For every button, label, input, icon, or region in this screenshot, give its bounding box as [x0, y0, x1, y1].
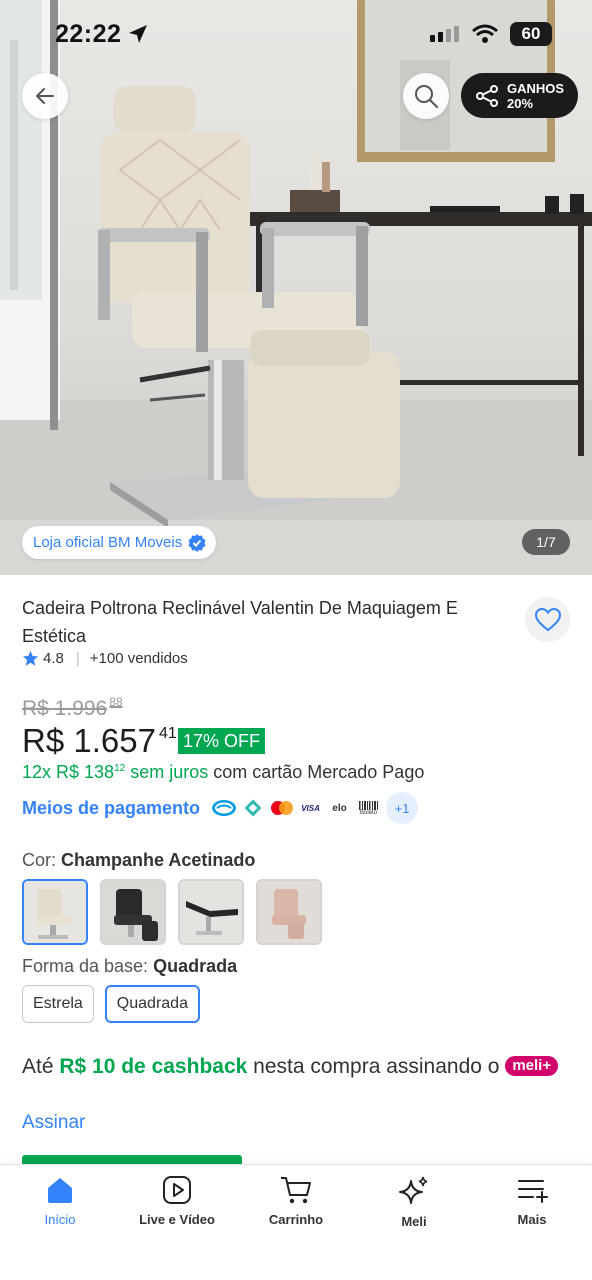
installments-info: 12x R$ 13812 sem juros com cartão Mercad…	[22, 762, 424, 783]
payment-icons: VISA elo Boleto +1	[210, 792, 419, 824]
store-name: Loja oficial BM Moveis	[33, 534, 183, 551]
current-price: R$ 1.657 41	[22, 722, 177, 760]
base-option-estrela[interactable]: Estrela	[22, 985, 94, 1023]
sold-count: +100 vendidos	[89, 650, 188, 667]
installments-no-interest: sem juros	[125, 762, 209, 782]
base-shape-label-text: Forma da base:	[22, 956, 149, 976]
home-icon	[48, 1178, 72, 1203]
base-option-quadrada[interactable]: Quadrada	[104, 985, 200, 1023]
base-shape-label: Forma da base: Quadrada	[22, 956, 237, 977]
status-indicators: 60	[430, 22, 552, 46]
search-button[interactable]	[403, 73, 449, 119]
verified-icon	[188, 533, 206, 552]
original-price-value: R$ 1.996	[22, 697, 108, 720]
search-icon	[415, 85, 438, 108]
tab-carrinho-label: Carrinho	[268, 1212, 324, 1227]
share-earnings-text: GANHOS 20%	[507, 81, 564, 111]
installments-cents: 12	[114, 763, 126, 774]
signal-icon	[430, 26, 459, 42]
share-icon	[476, 84, 498, 107]
subscribe-link[interactable]: Assinar	[22, 1112, 85, 1134]
color-options	[22, 879, 322, 945]
heart-icon	[534, 607, 561, 631]
base-shape-options: Estrela Quadrada	[22, 985, 200, 1023]
tab-inicio[interactable]: Início	[1, 1175, 119, 1227]
current-price-value: R$ 1.657	[22, 722, 156, 759]
wifi-icon	[472, 24, 498, 43]
cart-icon	[281, 1177, 311, 1204]
color-option-rose[interactable]	[256, 879, 322, 945]
battery-indicator: 60	[510, 22, 552, 46]
more-payment-methods[interactable]: +1	[386, 792, 419, 824]
product-title: Cadeira Poltrona Reclinável Valentin De …	[22, 598, 458, 646]
tab-live-video-label: Live e Vídeo	[139, 1212, 215, 1227]
meli-plus-badge: meli+	[505, 1056, 559, 1076]
rating-row[interactable]: 4.8 | +100 vendidos	[22, 650, 188, 667]
status-bar: 22:22 60	[0, 0, 592, 70]
color-option-champanhe[interactable]	[22, 879, 88, 945]
star-icon	[22, 650, 39, 666]
tab-meli-label: Meli	[401, 1214, 427, 1229]
back-button[interactable]	[22, 73, 68, 119]
status-time: 22:22	[55, 20, 122, 48]
bottom-tab-bar: Início Live e Vídeo Carrinho Meli Mais	[0, 1164, 592, 1280]
menu-plus-icon	[518, 1180, 548, 1203]
tab-carrinho[interactable]: Carrinho	[237, 1175, 355, 1227]
current-price-cents: 41	[158, 725, 177, 742]
tab-meli[interactable]: Meli	[355, 1175, 473, 1229]
rating-value: 4.8	[43, 650, 64, 667]
sparkle-icon	[399, 1176, 428, 1204]
color-label-text: Cor:	[22, 850, 57, 870]
cashback-banner: Até R$ 10 de cashback nesta compra assin…	[22, 1053, 562, 1081]
gallery-counter: 1/7	[522, 529, 570, 555]
cashback-middle: nesta compra assinando o	[247, 1055, 506, 1078]
payment-methods-link[interactable]: Meios de pagamento	[22, 798, 200, 819]
play-icon	[163, 1176, 191, 1204]
cashback-amount: R$ 10 de cashback	[59, 1055, 248, 1078]
payment-methods-row[interactable]: Meios de pagamento VISA elo Boleto +1	[22, 792, 419, 824]
original-price-cents: 88	[109, 695, 123, 709]
color-selected-value: Champanhe Acetinado	[61, 850, 256, 870]
color-label: Cor: Champanhe Acetinado	[22, 850, 255, 871]
arrow-left-icon	[36, 88, 54, 104]
rating-separator: |	[75, 650, 80, 667]
discount-badge: 17% OFF	[178, 728, 266, 754]
mastercard-icon	[268, 794, 296, 822]
visa-icon: VISA	[297, 794, 325, 822]
share-label: GANHOS	[507, 80, 565, 96]
share-earnings-button[interactable]: GANHOS 20%	[461, 73, 578, 118]
pix-icon	[239, 794, 267, 822]
share-value: 20%	[507, 95, 534, 111]
official-store-badge[interactable]: Loja oficial BM Moveis	[22, 526, 217, 559]
tab-mais-label: Mais	[517, 1212, 547, 1227]
tab-mais[interactable]: Mais	[473, 1175, 591, 1227]
product-gallery[interactable]: 22:22 60 GANHOS 20% Loja oficial BM Move…	[0, 0, 592, 575]
base-shape-selected-value: Quadrada	[153, 956, 238, 976]
color-option-preto[interactable]	[100, 879, 166, 945]
tab-inicio-label: Início	[44, 1212, 76, 1227]
installments-amount: 12x R$ 138	[22, 762, 115, 782]
original-price: R$ 1.996 88	[22, 695, 123, 721]
tab-live-video[interactable]: Live e Vídeo	[118, 1175, 236, 1227]
mercado-pago-icon	[210, 794, 238, 822]
installments-card: com cartão Mercado Pago	[208, 762, 425, 782]
cashback-prefix: Até	[22, 1055, 60, 1078]
boleto-icon: Boleto	[355, 794, 383, 822]
location-arrow-icon	[129, 25, 147, 43]
boleto-label: Boleto	[360, 809, 378, 816]
elo-icon: elo	[326, 794, 354, 822]
color-option-preto-reclinado[interactable]	[178, 879, 244, 945]
favorite-button[interactable]	[525, 597, 570, 642]
product-screen: 22:22 60 GANHOS 20% Loja oficial BM Move…	[0, 0, 592, 1280]
